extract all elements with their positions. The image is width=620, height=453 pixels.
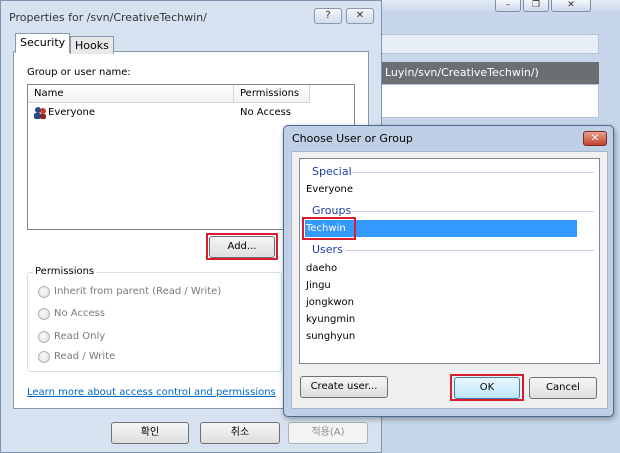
properties-window-title: Properties for /svn/CreativeTechwin/ (9, 11, 207, 24)
learn-more-link[interactable]: Learn more about access control and perm… (27, 387, 276, 398)
list-item-user[interactable]: jongkwon (306, 297, 354, 308)
confirm-button[interactable]: 확인 (111, 422, 189, 444)
content-strip (379, 84, 599, 118)
path-bar: Luyin/svn/CreativeTechwin/) (379, 62, 599, 84)
column-header-permissions[interactable]: Permissions (234, 85, 310, 103)
help-button[interactable]: ? (314, 8, 342, 24)
apply-button[interactable]: 적용(A) (288, 422, 368, 444)
cancel-button[interactable]: 취소 (200, 422, 280, 444)
properties-close-button[interactable]: ✕ (346, 8, 374, 24)
radio-no-access[interactable] (38, 308, 50, 320)
section-header-groups: Groups (312, 204, 352, 217)
toolbar-strip (379, 34, 599, 54)
section-header-users: Users (312, 243, 343, 256)
table-row[interactable]: Everyone No Access (28, 105, 354, 123)
ok-button[interactable]: OK (454, 377, 520, 399)
divider (352, 172, 594, 173)
divider (346, 250, 594, 251)
close-button[interactable]: ✕ (551, 0, 591, 12)
restore-button[interactable]: ❐ (523, 0, 549, 12)
section-header-special: Special (312, 165, 352, 178)
create-user-button[interactable]: Create user... (300, 376, 388, 398)
radio-read-only-label: Read Only (54, 331, 106, 342)
add-button[interactable]: Add... (209, 236, 275, 258)
row-name: Everyone (48, 107, 96, 118)
dialog-cancel-button[interactable]: Cancel (529, 377, 597, 399)
permissions-group-label: Permissions (33, 266, 97, 277)
list-item-techwin[interactable]: Techwin (306, 223, 346, 234)
choose-dialog-close-button[interactable]: ✕ (583, 131, 607, 146)
radio-read-only[interactable] (38, 331, 50, 343)
row-permission: No Access (240, 107, 292, 118)
list-item-user[interactable]: sunghyun (306, 331, 355, 342)
radio-inherit[interactable] (38, 286, 50, 298)
list-item-user[interactable]: daeho (306, 263, 337, 274)
radio-read-write-label: Read / Write (54, 351, 116, 362)
tab-security[interactable]: Security (15, 33, 71, 53)
choose-dialog-title: Choose User or Group (292, 132, 413, 145)
radio-read-write[interactable] (38, 351, 50, 363)
column-header-name[interactable]: Name (28, 85, 234, 103)
list-item-user[interactable]: kyungmin (306, 314, 355, 325)
tab-hooks[interactable]: Hooks (70, 36, 114, 54)
radio-no-access-label: No Access (54, 308, 106, 319)
group-or-user-label: Group or user name: (27, 67, 131, 78)
background-window-titlebar: – ❐ ✕ (373, 0, 620, 14)
divider (352, 211, 594, 212)
list-item-everyone[interactable]: Everyone (306, 184, 353, 195)
minimize-button[interactable]: – (495, 0, 521, 12)
users-group-icon (34, 107, 46, 119)
list-item-user[interactable]: Jingu (306, 280, 331, 291)
radio-inherit-label: Inherit from parent (Read / Write) (54, 286, 222, 297)
